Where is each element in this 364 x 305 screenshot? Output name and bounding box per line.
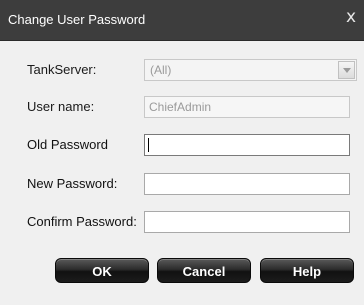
- old-password-field[interactable]: [144, 134, 350, 156]
- text-caret: [148, 138, 149, 152]
- ok-button[interactable]: OK: [55, 258, 149, 283]
- confirm-password-label: Confirm Password:: [27, 214, 137, 229]
- confirm-password-field[interactable]: [144, 211, 350, 233]
- title-bar: Change User Password x: [0, 0, 364, 41]
- close-icon[interactable]: x: [346, 7, 356, 27]
- tankserver-label: TankServer:: [27, 62, 97, 77]
- tankserver-select[interactable]: (All): [144, 59, 357, 81]
- tankserver-value: (All): [150, 63, 172, 77]
- dialog-title: Change User Password: [8, 12, 146, 27]
- new-password-label: New Password:: [27, 176, 118, 191]
- old-password-label: Old Password: [27, 137, 108, 152]
- chevron-down-icon[interactable]: [338, 61, 355, 79]
- new-password-field[interactable]: [144, 173, 350, 195]
- change-password-dialog: Change User Password x TankServer: (All)…: [0, 0, 364, 305]
- username-field: ChiefAdmin: [144, 96, 350, 118]
- cancel-button[interactable]: Cancel: [157, 258, 251, 283]
- help-button[interactable]: Help: [260, 258, 354, 283]
- username-label: User name:: [27, 99, 95, 114]
